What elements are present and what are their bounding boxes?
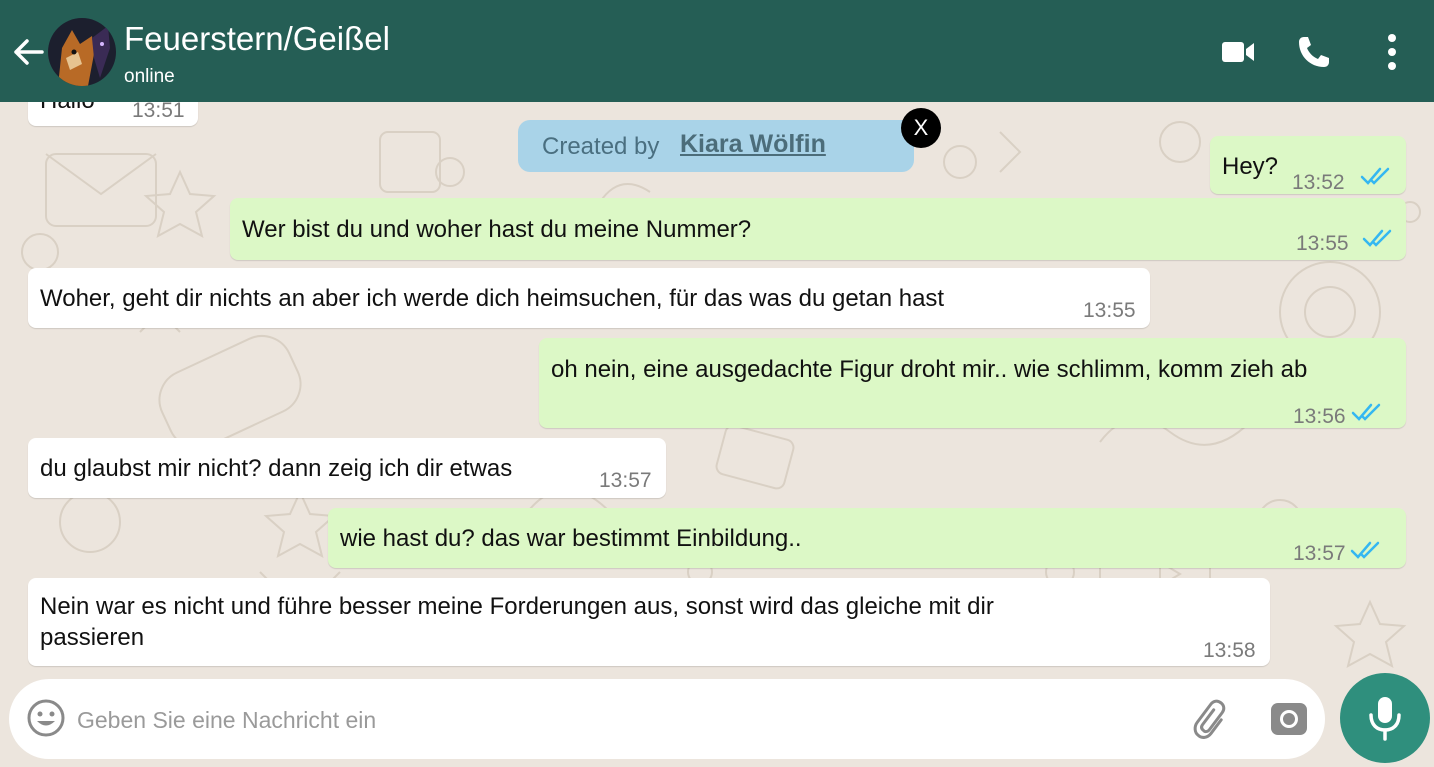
message-time: 13:57 — [599, 469, 652, 492]
message-text: oh nein, eine ausgedachte Figur droht mi… — [551, 356, 1308, 383]
camera-icon[interactable] — [1269, 699, 1309, 739]
message-bubble-outgoing[interactable]: Wer bist du und woher hast du meine Numm… — [230, 198, 1406, 260]
message-bubble-incoming[interactable]: Woher, geht dir nichts an aber ich werde… — [28, 268, 1150, 328]
chat-area[interactable]: Hallo 13:51 Hey? 13:52 Wer bist du und w… — [0, 102, 1434, 767]
message-text-line: passieren — [40, 624, 145, 651]
message-text: Wer bist du und woher hast du meine Numm… — [242, 216, 752, 243]
message-bubble-incoming[interactable]: Nein war es nicht und führe besser meine… — [28, 578, 1270, 666]
double-check-icon — [1350, 541, 1380, 559]
message-bubble-incoming[interactable]: Hallo 13:51 — [28, 102, 198, 126]
avatar[interactable] — [48, 18, 116, 86]
message-time: 13:56 — [1293, 405, 1346, 428]
message-bubble-incoming[interactable]: du glaubst mir nicht? dann zeig ich dir … — [28, 438, 666, 498]
voice-message-button[interactable] — [1340, 673, 1430, 763]
message-text: du glaubst mir nicht? dann zeig ich dir … — [40, 455, 513, 482]
chat-header: Feuerstern/Geißel online — [0, 0, 1434, 102]
paperclip-icon[interactable] — [1191, 697, 1235, 741]
phone-icon[interactable] — [1292, 30, 1336, 74]
close-watermark-button[interactable]: X — [901, 108, 941, 148]
watermark-banner: Created by Kiara Wölfin — [518, 120, 914, 172]
message-bubble-outgoing[interactable]: wie hast du? das war bestimmt Einbildung… — [328, 508, 1406, 568]
message-text: wie hast du? das war bestimmt Einbildung… — [340, 525, 802, 552]
message-time: 13:51 — [132, 102, 185, 122]
message-bubble-outgoing[interactable]: oh nein, eine ausgedachte Figur droht mi… — [539, 338, 1406, 428]
video-camera-icon[interactable] — [1216, 30, 1260, 74]
message-text: Hallo — [40, 102, 95, 116]
message-text: Woher, geht dir nichts an aber ich werde… — [40, 285, 945, 312]
message-text-line: Nein war es nicht und führe besser meine… — [40, 593, 994, 620]
arrow-left-icon[interactable] — [8, 32, 48, 72]
message-time: 13:57 — [1293, 542, 1346, 565]
message-input[interactable] — [75, 699, 1169, 741]
double-check-icon — [1351, 403, 1381, 421]
more-vert-icon[interactable] — [1370, 30, 1414, 74]
contact-name[interactable]: Feuerstern/Geißel — [124, 20, 390, 58]
watermark-author-link[interactable]: Kiara Wölfin — [680, 130, 826, 159]
message-time: 13:58 — [1203, 639, 1256, 662]
double-check-icon — [1362, 229, 1392, 247]
message-time: 13:52 — [1292, 171, 1345, 194]
contact-status: online — [124, 66, 175, 87]
watermark-prefix: Created by — [542, 133, 660, 160]
microphone-icon — [1369, 697, 1401, 741]
double-check-icon — [1360, 167, 1390, 185]
message-text: Hey? — [1222, 153, 1279, 180]
message-time: 13:55 — [1296, 232, 1349, 255]
message-bubble-outgoing[interactable]: Hey? 13:52 — [1210, 136, 1406, 194]
message-composer — [9, 679, 1325, 759]
message-time: 13:55 — [1083, 299, 1136, 322]
emoji-icon[interactable] — [25, 697, 67, 739]
